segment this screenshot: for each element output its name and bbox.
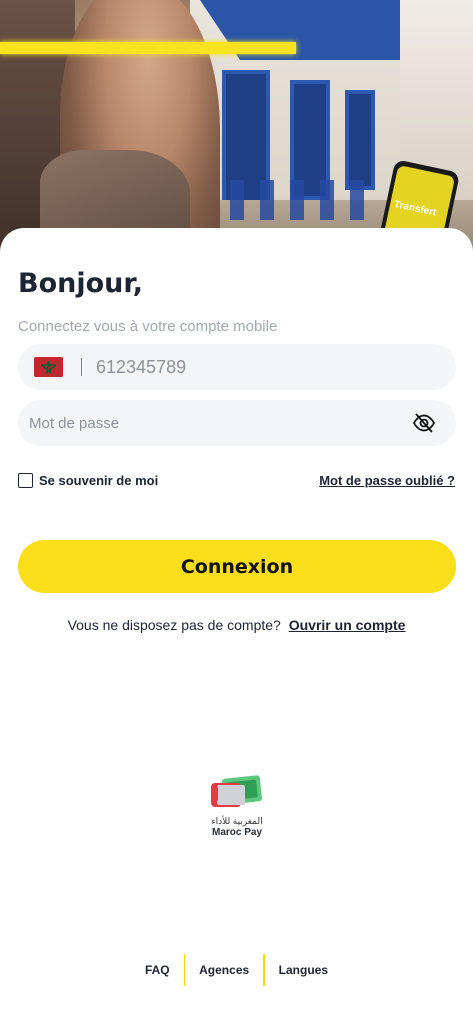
signup-prompt-text: Vous ne disposez pas de compte?	[67, 617, 281, 633]
password-field[interactable]	[18, 400, 456, 446]
hero-accent-stripe	[0, 42, 296, 54]
brand-arabic-name: المغربية للأداء	[211, 816, 263, 826]
brand-latin-name: Maroc Pay	[211, 827, 263, 838]
maroc-pay-logo-icon	[211, 775, 262, 807]
forgot-password-link[interactable]: Mot de passe oublié ?	[319, 473, 455, 488]
connexion-button[interactable]: Connexion	[18, 540, 456, 593]
greeting-title: Bonjour,	[18, 268, 143, 299]
phone-separator	[81, 358, 82, 376]
phone-input[interactable]	[96, 356, 396, 378]
footer-nav: FAQ Agences Langues	[0, 953, 473, 987]
eye-slash-icon[interactable]	[412, 412, 436, 434]
open-account-link[interactable]: Ouvrir un compte	[289, 617, 406, 633]
signup-prompt: Vous ne disposez pas de compte? Ouvrir u…	[0, 617, 473, 633]
remember-me[interactable]: Se souvenir de moi	[18, 473, 158, 488]
maroc-pay-logo: المغربية للأداء Maroc Pay	[207, 775, 267, 838]
morocco-flag-icon[interactable]	[34, 357, 63, 377]
checkbox-icon[interactable]	[18, 473, 33, 488]
footer-link-agences[interactable]: Agences	[185, 963, 263, 977]
remember-me-label[interactable]: Se souvenir de moi	[39, 473, 158, 488]
login-screen: Transfert Bonjour, Connectez vous à votr…	[0, 0, 473, 1024]
password-input[interactable]	[29, 414, 399, 432]
phone-field[interactable]	[18, 344, 456, 390]
hero-image: Transfert	[0, 0, 473, 260]
footer-link-langues[interactable]: Langues	[265, 963, 342, 977]
login-card: Bonjour, Connectez vous à votre compte m…	[0, 228, 473, 1024]
login-subtitle: Connectez vous à votre compte mobile	[18, 318, 278, 335]
footer-link-faq[interactable]: FAQ	[131, 963, 184, 977]
